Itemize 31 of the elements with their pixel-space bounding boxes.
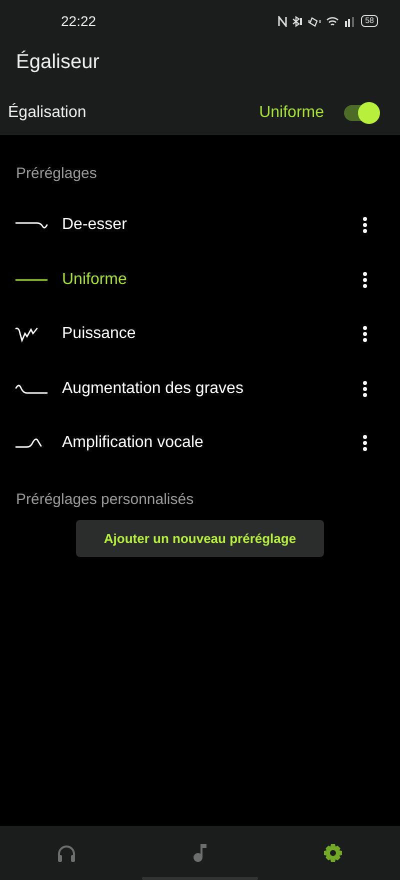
more-icon[interactable]: [362, 434, 368, 452]
settings-icon[interactable]: [323, 843, 344, 863]
curve-icon: [15, 222, 49, 229]
signal-icon: [344, 16, 356, 26]
headphones-icon[interactable]: [57, 844, 76, 862]
more-icon[interactable]: [362, 380, 368, 398]
preset-item[interactable]: Augmentation des graves: [62, 380, 362, 398]
preset-item[interactable]: Uniforme: [62, 270, 362, 289]
equalization-switch[interactable]: [344, 105, 378, 121]
nfc-icon: [278, 16, 288, 26]
preset-item[interactable]: Amplification vocale: [62, 434, 362, 452]
section-heading: Préréglages: [15, 164, 98, 184]
equalization-label: Égalisation: [8, 104, 88, 122]
bluetooth-icon: [292, 16, 304, 26]
equalization-value: Uniforme: [259, 104, 324, 122]
more-icon[interactable]: [362, 270, 368, 289]
curve-icon: [15, 438, 42, 448]
status-time: 22:22: [61, 13, 96, 29]
curve-icon: [15, 327, 38, 342]
music-note-icon[interactable]: [192, 844, 207, 862]
more-icon[interactable]: [362, 325, 368, 344]
wifi-icon: [326, 16, 340, 26]
preset-item[interactable]: De-esser: [62, 216, 362, 234]
preset-item[interactable]: Puissance: [62, 325, 362, 344]
curve-icon: [15, 278, 48, 281]
more-icon[interactable]: [362, 216, 368, 234]
screen-title: Égaliseur: [15, 50, 100, 75]
add-preset-button[interactable]: Ajouter un nouveau préréglage: [76, 520, 324, 556]
curve-icon: [15, 384, 48, 394]
section-heading: Préréglages personnalisés: [15, 490, 195, 510]
battery-indicator: 58: [361, 15, 378, 27]
